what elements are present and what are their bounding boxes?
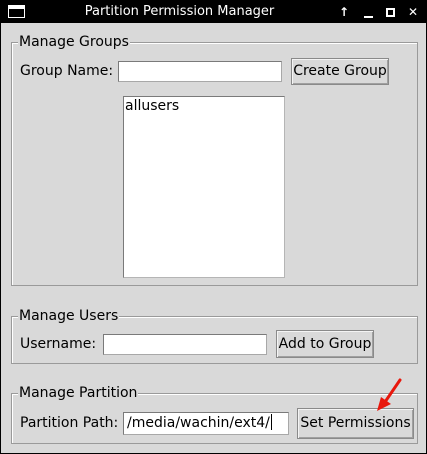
group-listbox[interactable]: allusers [123, 96, 285, 278]
manage-users-legend: Manage Users [18, 307, 120, 325]
manage-partition-legend: Manage Partition [18, 384, 139, 402]
app-window: Partition Permission Manager ↑ ✕ Manage … [0, 0, 427, 454]
username-label: Username: [20, 336, 97, 352]
group-name-label: Group Name: [20, 63, 114, 79]
create-group-button[interactable]: Create Group [291, 58, 389, 85]
window-title: Partition Permission Manager [84, 4, 275, 19]
username-input[interactable] [103, 334, 267, 355]
annotation-arrow-icon [377, 378, 402, 411]
maximize-icon[interactable] [382, 3, 400, 21]
list-item[interactable]: allusers [125, 98, 179, 115]
text-cursor [270, 414, 272, 430]
group-name-input[interactable] [118, 61, 282, 82]
partition-path-input[interactable]: /media/wachin/ext4/ [123, 412, 289, 435]
title-bar[interactable]: Partition Permission Manager ↑ ✕ [1, 1, 426, 23]
partition-path-label: Partition Path: [20, 415, 119, 431]
close-icon[interactable]: ✕ [404, 3, 422, 21]
arrow-up-icon[interactable]: ↑ [335, 3, 353, 21]
minimize-icon[interactable] [360, 3, 378, 21]
manage-groups-legend: Manage Groups [18, 33, 130, 51]
partition-path-value: /media/wachin/ext4/ [127, 415, 270, 431]
add-to-group-button[interactable]: Add to Group [276, 330, 374, 358]
